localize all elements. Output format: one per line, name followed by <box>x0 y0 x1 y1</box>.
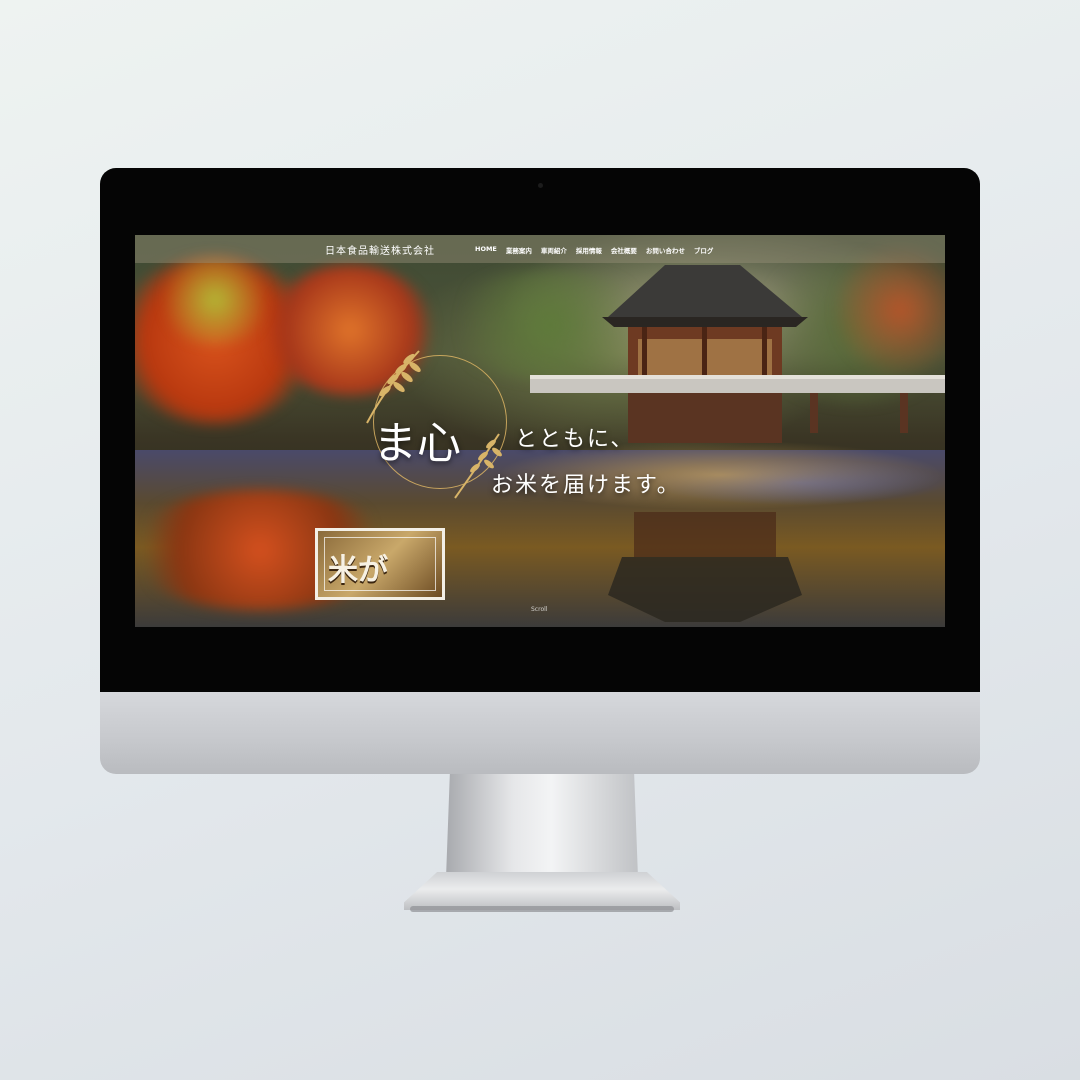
camera-icon <box>538 183 543 188</box>
catchphrase-line-1: とともに、 <box>515 427 635 452</box>
catchphrase-emphasis: ま心 <box>373 418 461 469</box>
nav-item-contact[interactable]: お問い合わせ <box>646 245 685 255</box>
company-name[interactable]: 日本食品輸送株式会社 <box>325 242 435 257</box>
stand-base <box>404 872 680 910</box>
website-screen: 日本食品輸送株式会社 HOME 業務案内 車両紹介 採用情報 会社概要 お問い合… <box>135 235 945 627</box>
bridge-pillar <box>900 393 908 433</box>
bridge-pillar <box>810 393 818 433</box>
pavilion-base <box>628 393 782 443</box>
nav-item-recruit[interactable]: 採用情報 <box>576 245 602 255</box>
nav-menu: HOME 業務案内 車両紹介 採用情報 会社概要 お問い合わせ ブログ <box>475 245 713 255</box>
brand-logo[interactable]: 米が <box>315 528 445 600</box>
nav-bar: 日本食品輸送株式会社 HOME 業務案内 車両紹介 採用情報 会社概要 お問い合… <box>135 235 945 263</box>
nav-item-company[interactable]: 会社概要 <box>611 245 637 255</box>
scroll-hint[interactable]: Scroll <box>531 606 547 613</box>
nav-item-vehicles[interactable]: 車両紹介 <box>541 245 567 255</box>
pavilion-reflection <box>608 557 802 622</box>
stand-shadow <box>410 906 674 912</box>
bridge-rail <box>530 375 945 379</box>
autumn-foliage <box>155 255 275 345</box>
nav-item-blog[interactable]: ブログ <box>694 245 714 255</box>
stand-neck <box>446 774 638 878</box>
pavilion-roof-eave <box>602 317 808 327</box>
monitor-chin <box>100 692 980 774</box>
logo-text: 米が <box>328 553 388 588</box>
nav-item-services[interactable]: 業務案内 <box>506 245 532 255</box>
bridge-deck <box>530 379 945 393</box>
catchphrase-line-2: お米を届けます。 <box>491 473 681 498</box>
nav-item-home[interactable]: HOME <box>475 245 497 255</box>
pavilion-reflection-body <box>634 512 776 557</box>
pavilion-roof <box>608 265 802 317</box>
